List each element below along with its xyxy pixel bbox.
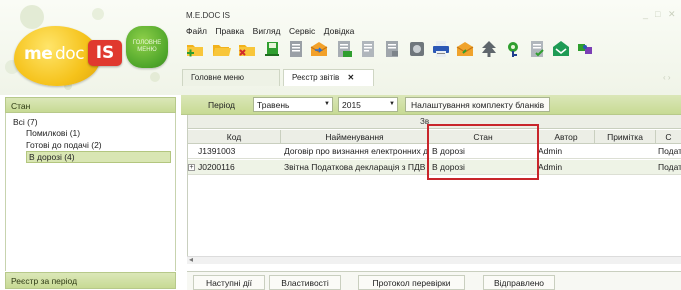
tree-item-errors[interactable]: Помилкові (1)	[26, 128, 80, 138]
expand-row-icon[interactable]: +	[188, 164, 195, 171]
tabs-scroll-arrows[interactable]: ‹ ›	[663, 73, 671, 82]
folder-delete-icon[interactable]	[237, 39, 257, 59]
decor-circle	[20, 5, 44, 29]
chevron-down-icon: ▼	[389, 101, 395, 107]
puzzle-icon[interactable]	[575, 39, 595, 59]
home-menu-button[interactable]: ГОЛОВНЕ МЕНЮ	[126, 26, 168, 68]
menu-view[interactable]: Вигляд	[253, 26, 281, 36]
decor-circle	[150, 72, 160, 82]
folder-open-icon[interactable]	[211, 39, 231, 59]
cell-author: Admin	[538, 162, 563, 172]
tab-bar: Головне меню Реєстр звітів ✕ ‹ ›	[182, 69, 681, 86]
cell-name: Звітна Податкова декларація з ПДВ	[284, 162, 426, 172]
close-icon[interactable]: ✕	[347, 73, 354, 82]
app-title: M.E.DOC IS	[186, 11, 231, 20]
detail-tabs: Наступні дії Властивості Протокол переві…	[187, 271, 681, 290]
chevron-down-icon: ▼	[324, 101, 330, 107]
printer-icon[interactable]	[431, 39, 451, 59]
folder-add-icon[interactable]	[185, 39, 205, 59]
year-select[interactable]: 2015 ▼	[338, 97, 398, 112]
form-set-settings-button[interactable]: Налаштування комплекту бланків	[405, 97, 551, 112]
send-orange-icon[interactable]	[309, 39, 329, 59]
document-icon[interactable]	[358, 39, 378, 59]
menu-service[interactable]: Сервіс	[289, 26, 315, 36]
close-window-button[interactable]: ✕	[668, 9, 676, 20]
cell-extra: Подат	[658, 162, 681, 172]
stamp-icon[interactable]	[407, 39, 427, 59]
tab-label: Головне меню	[191, 73, 244, 82]
title-bar: M.E.DOC IS _ □ ✕	[182, 0, 681, 26]
cell-author: Admin	[538, 146, 563, 156]
month-select[interactable]: Травень ▼	[253, 97, 333, 112]
year-value: 2015	[342, 100, 361, 110]
logo-text-is: IS	[88, 40, 122, 66]
period-label: Період	[208, 100, 235, 110]
scroll-left-icon[interactable]: ◂	[189, 255, 193, 264]
tree-item-ready[interactable]: Готові до подачі (2)	[26, 140, 102, 150]
state-column-highlight	[427, 124, 539, 180]
tab-label: Реєстр звітів	[292, 73, 340, 82]
app-header: me doc IS ГОЛОВНЕ МЕНЮ M.E.DOC IS _ □ ✕ …	[0, 0, 681, 95]
cell-code: J0200116	[198, 162, 235, 172]
filter-bar: Період Травень ▼ 2015 ▼ Налаштування ком…	[181, 95, 681, 115]
cell-code: J1391003	[198, 146, 236, 156]
maximize-button[interactable]: □	[655, 9, 660, 19]
status-tree: Всі (7) Помилкові (1) Готові до подачі (…	[5, 113, 176, 271]
tab-sent[interactable]: Відправлено	[483, 275, 555, 290]
key-icon[interactable]	[503, 39, 523, 59]
cell-name: Договір про визнання електронних д	[284, 146, 428, 156]
column-header-name[interactable]: Найменування	[281, 130, 429, 144]
save-green-icon[interactable]	[262, 39, 282, 59]
toolbar	[182, 39, 681, 63]
column-header-extra[interactable]: С	[656, 130, 681, 144]
tree-icon[interactable]	[479, 39, 499, 59]
document-icon[interactable]	[286, 39, 306, 59]
menu-edit[interactable]: Правка	[215, 26, 244, 36]
tab-main-menu[interactable]: Головне меню	[182, 69, 280, 86]
tab-report-registry[interactable]: Реєстр звітів ✕	[283, 69, 374, 86]
tree-item-in-transit[interactable]: В дорозі (4)	[26, 151, 171, 163]
left-panel-header: Стан	[5, 97, 176, 113]
month-value: Травень	[257, 100, 290, 110]
decor-circle	[92, 8, 104, 20]
document-check-icon[interactable]	[527, 39, 547, 59]
horizontal-scrollbar[interactable]: ◂	[187, 255, 681, 264]
document-print-icon[interactable]	[334, 39, 354, 59]
minimize-button[interactable]: _	[643, 9, 648, 19]
cell-extra: Подат	[658, 146, 681, 156]
menu-help[interactable]: Довідка	[324, 26, 355, 36]
send-orange-icon[interactable]	[455, 39, 475, 59]
period-registry-footer[interactable]: Реєстр за період	[5, 272, 176, 289]
menu-bar: Файл Правка Вигляд Сервіс Довідка	[182, 26, 356, 38]
column-header-author[interactable]: Автор	[538, 130, 595, 144]
tab-properties[interactable]: Властивості	[269, 275, 341, 290]
column-header-code[interactable]: Код	[188, 130, 281, 144]
tree-item-all[interactable]: Всі (7)	[13, 117, 38, 127]
envelope-green-icon[interactable]	[551, 39, 571, 59]
document-icon[interactable]	[382, 39, 402, 59]
tab-check-protocol[interactable]: Протокол перевірки	[358, 275, 465, 290]
menu-file[interactable]: Файл	[186, 26, 207, 36]
logo-text-me: me	[24, 44, 53, 64]
tab-next-actions[interactable]: Наступні дії	[193, 275, 265, 290]
logo-text-doc: doc	[55, 44, 85, 64]
column-header-note[interactable]: Примітка	[595, 130, 656, 144]
